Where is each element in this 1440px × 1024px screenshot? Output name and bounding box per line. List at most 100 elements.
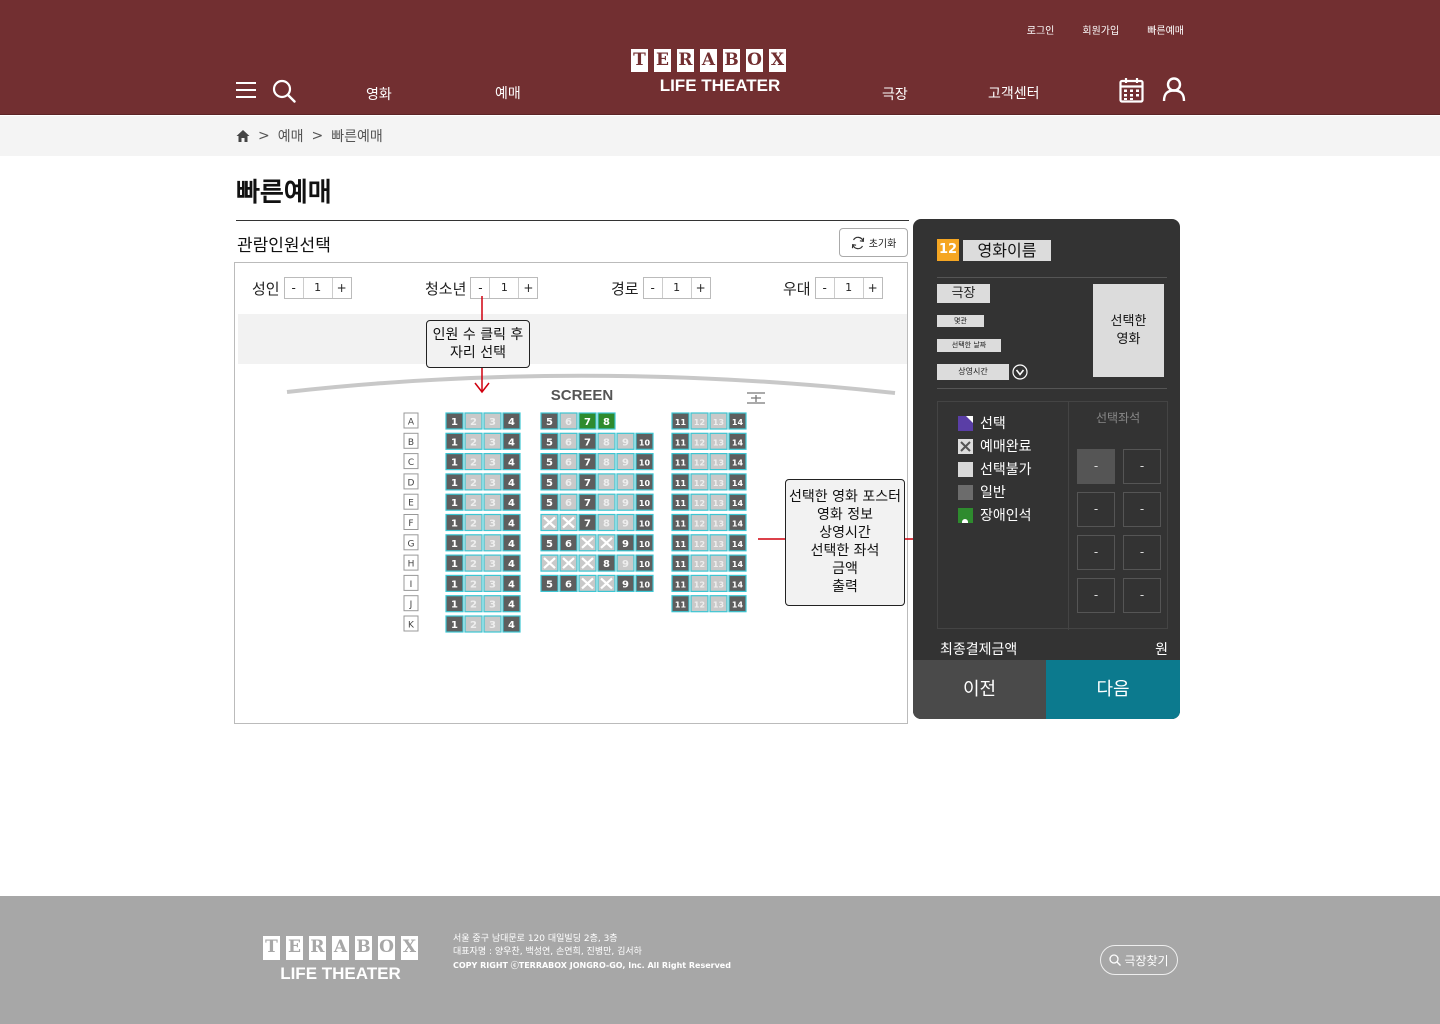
- decrement-button[interactable]: -: [285, 278, 303, 298]
- seat-number: 14: [732, 438, 744, 447]
- showtime: 상영시간: [937, 364, 1009, 380]
- logo-letter: B: [721, 47, 742, 74]
- login-link[interactable]: 로그인: [1027, 22, 1055, 37]
- row-label: C: [408, 458, 414, 468]
- seat-number: 1: [451, 620, 458, 631]
- seat-number: 3: [489, 519, 496, 530]
- seat-number: 3: [489, 600, 496, 611]
- seat-number: 14: [732, 560, 744, 569]
- find-theater-button[interactable]: 극장찾기: [1100, 945, 1178, 975]
- seat-number: 4: [508, 559, 515, 570]
- logo-letter: T: [261, 934, 282, 962]
- logo-letter: B: [353, 934, 374, 962]
- seat-number: 3: [489, 498, 496, 509]
- seat-number: 14: [732, 418, 744, 427]
- total-price-label: 최종결제금액: [940, 642, 1018, 658]
- total-price-unit: 원: [1155, 642, 1168, 658]
- copyright: COPY RIGHT ⓒTERRABOX JONGRO-GO, Inc. All…: [453, 961, 731, 970]
- increment-button[interactable]: +: [519, 278, 537, 298]
- nav-theater[interactable]: 극장: [882, 84, 908, 104]
- reset-button[interactable]: 초기화: [839, 228, 908, 257]
- seat-number: 2: [470, 579, 477, 590]
- seat-number: 8: [603, 478, 610, 489]
- breadcrumb-item-booking[interactable]: 예매: [278, 126, 304, 146]
- seat-number: 1: [451, 458, 458, 469]
- menu-icon[interactable]: [236, 82, 256, 98]
- seat-number: 6: [565, 539, 572, 550]
- breadcrumb-separator: >: [258, 128, 270, 144]
- seat-number: 11: [675, 540, 687, 549]
- seat-number: 14: [732, 580, 744, 589]
- counter-value[interactable]: 1: [661, 278, 692, 298]
- seat-number: 7: [584, 417, 591, 428]
- user-icon[interactable]: [1162, 77, 1186, 102]
- age-rating-badge: 12: [937, 239, 959, 261]
- nav-booking[interactable]: 예매: [495, 83, 521, 103]
- seat-number: 6: [565, 498, 572, 509]
- counter-value[interactable]: 1: [302, 278, 333, 298]
- selected-seat-slot: -: [1077, 535, 1115, 570]
- seat-number: 4: [508, 478, 515, 489]
- seat-number: 1: [451, 539, 458, 550]
- selected-seat-slot: -: [1123, 578, 1161, 613]
- logo-letter: O: [744, 47, 765, 74]
- logo-letter: X: [767, 47, 788, 74]
- quick-booking-link[interactable]: 빠른예매: [1147, 22, 1184, 37]
- chevron-down-icon[interactable]: [1012, 364, 1028, 380]
- decrement-button[interactable]: -: [471, 278, 489, 298]
- increment-button[interactable]: +: [864, 278, 882, 298]
- seat-number: 13: [713, 438, 724, 447]
- seat-number: 7: [584, 519, 591, 530]
- increment-button[interactable]: +: [333, 278, 351, 298]
- footer-logo[interactable]: TERABOX LIFE THEATER: [261, 934, 420, 984]
- home-icon[interactable]: [236, 129, 250, 143]
- decrement-button[interactable]: -: [644, 278, 662, 298]
- seat-number: 9: [622, 498, 629, 509]
- seat-number: 12: [694, 601, 705, 610]
- seat-number: 3: [489, 417, 496, 428]
- counter-label: 성인: [252, 279, 280, 298]
- legend-item: 장애인석: [958, 505, 1032, 525]
- signup-link[interactable]: 회원가입: [1082, 22, 1119, 37]
- seat-number: 4: [508, 458, 515, 469]
- seat-number: 2: [470, 478, 477, 489]
- seat-number: 9: [622, 519, 629, 530]
- seat-number: 11: [675, 560, 687, 569]
- site-logo[interactable]: TERABOX LIFE THEATER: [629, 47, 811, 96]
- logo-letter: E: [284, 934, 305, 962]
- counter-value[interactable]: 1: [833, 278, 864, 298]
- seat-number: 13: [713, 601, 724, 610]
- note-output: 선택한 영화 포스터 영화 정보 상영시간 선택한 좌석 금액 출력: [785, 479, 905, 606]
- nav-movie[interactable]: 영화: [366, 84, 392, 104]
- seat-number: 11: [675, 601, 687, 610]
- divider: [937, 388, 1167, 389]
- next-button[interactable]: 다음: [1046, 660, 1180, 719]
- seat-number: 10: [639, 580, 651, 589]
- seat-number: 3: [489, 458, 496, 469]
- calendar-icon[interactable]: [1119, 77, 1144, 103]
- hall-name: 몇관: [937, 315, 984, 327]
- seat-number: 12: [694, 560, 705, 569]
- counter-value[interactable]: 1: [489, 278, 520, 298]
- decrement-button[interactable]: -: [816, 278, 834, 298]
- seat-number: 11: [675, 499, 687, 508]
- seat-number: 12: [694, 520, 705, 529]
- seat-number: 3: [489, 437, 496, 448]
- seat-number: 2: [470, 559, 477, 570]
- legend-label: 선택: [980, 416, 1006, 432]
- nav-support[interactable]: 고객센터: [988, 83, 1040, 103]
- breadcrumb-item-quick[interactable]: 빠른예매: [331, 126, 383, 146]
- legend-swatch: [958, 438, 973, 454]
- seat-number: 12: [694, 540, 705, 549]
- search-icon[interactable]: [272, 79, 296, 103]
- company-representatives: 대표자명 : 양우찬, 백성연, 손연희, 진병만, 김서하: [453, 947, 642, 957]
- legend-label: 예매완료: [980, 439, 1032, 455]
- seat-number: 2: [470, 620, 477, 631]
- seat-number: 14: [732, 601, 744, 610]
- seat-number: 7: [584, 478, 591, 489]
- seat-number: 13: [713, 560, 724, 569]
- site-footer: TERABOX LIFE THEATER 서울 중구 남대문로 120 대일빌딩…: [0, 896, 1440, 1024]
- prev-button[interactable]: 이전: [913, 660, 1046, 719]
- increment-button[interactable]: +: [692, 278, 710, 298]
- seat-number: 8: [603, 519, 610, 530]
